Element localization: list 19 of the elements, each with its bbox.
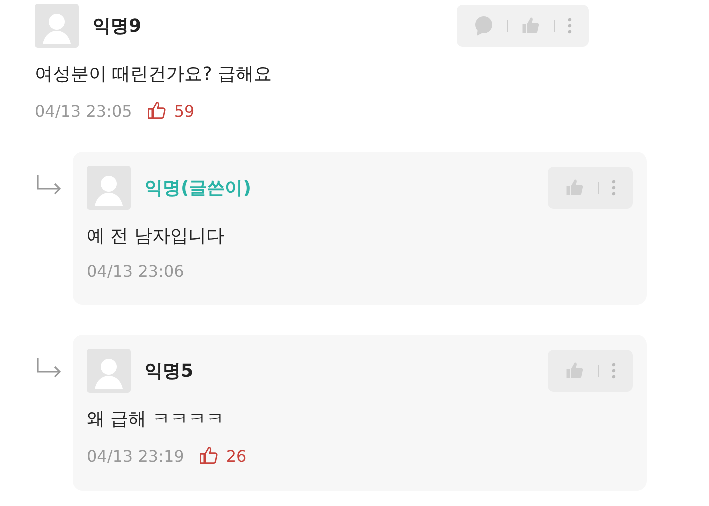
thumbs-up-icon[interactable]: [146, 100, 168, 122]
author-name: 익명5: [145, 360, 195, 383]
reply-arrow-icon: [36, 174, 64, 196]
comment-text: 왜 급해 ㅋㅋㅋㅋ: [87, 408, 226, 431]
author-name: 익명9: [93, 15, 143, 38]
comment-text: 여성분이 때린건가요? 급해요: [35, 63, 273, 86]
avatar-icon: [87, 349, 131, 393]
comment-icon[interactable]: [473, 15, 495, 37]
avatar-icon: [35, 4, 79, 48]
comment-time: 04/13 23:05: [35, 102, 132, 120]
like-count: 26: [226, 446, 247, 466]
comment-text: 예 전 남자입니다: [87, 225, 226, 248]
comment-time: 04/13 23:06: [87, 262, 184, 281]
avatar-icon: [87, 166, 131, 210]
reply-arrow-icon: [36, 357, 64, 379]
comment-time: 04/13 23:19: [87, 446, 184, 466]
like-count: 59: [174, 102, 195, 120]
author-name: 익명(글쓴이): [145, 177, 252, 200]
thumbs-up-icon[interactable]: [198, 445, 220, 467]
